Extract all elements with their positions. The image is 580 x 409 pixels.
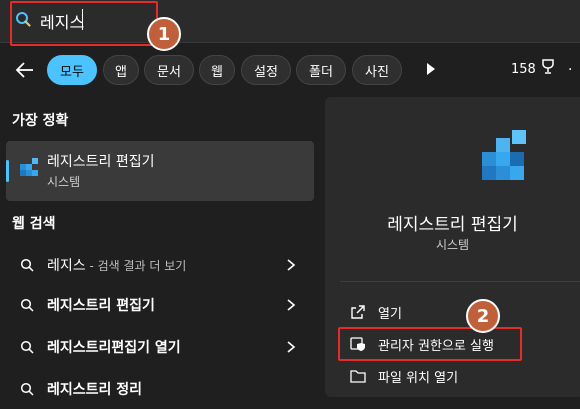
web-result-term: 레지스트리편집기 열기 bbox=[47, 340, 181, 356]
web-result-label: 레지스트리편집기 열기 bbox=[47, 337, 181, 357]
web-search-heading: 웹 검색 bbox=[12, 216, 56, 232]
open-external-icon bbox=[351, 305, 365, 319]
web-result-label: 레지스 - 검색 결과 더 보기 bbox=[47, 255, 186, 275]
more-icon[interactable]: · bbox=[568, 62, 572, 78]
selection-indicator bbox=[6, 160, 9, 182]
web-result-term: 레지스 bbox=[47, 258, 86, 274]
web-result-label: 레지스트리 정리 bbox=[47, 379, 142, 399]
web-result-term: 레지스트리 정리 bbox=[47, 382, 143, 398]
preview-app-name: 레지스트리 편집기 bbox=[387, 215, 518, 235]
magnifier-icon bbox=[20, 340, 34, 354]
annotation-highlight-search bbox=[10, 1, 158, 46]
tab-apps[interactable]: 앱 bbox=[103, 55, 139, 85]
best-match-item[interactable] bbox=[6, 141, 314, 201]
web-result-term: 레지스트리 편집기 bbox=[47, 298, 155, 314]
best-match-heading: 가장 정확 bbox=[12, 113, 69, 129]
magnifier-icon bbox=[20, 258, 34, 272]
action-open-file-location[interactable]: 파일 위치 열기 bbox=[340, 362, 580, 390]
action-open-label: 열기 bbox=[378, 307, 402, 322]
web-result-item[interactable]: 레지스트리편집기 열기 bbox=[0, 327, 316, 367]
annotation-badge-1: 1 bbox=[147, 17, 181, 51]
back-arrow-icon[interactable] bbox=[14, 59, 36, 81]
web-result-item[interactable]: 레지스트리 편집기 bbox=[0, 285, 316, 325]
tab-settings[interactable]: 설정 bbox=[241, 55, 291, 85]
annotation-badge-2: 2 bbox=[466, 299, 500, 333]
chevron-right-icon bbox=[287, 299, 296, 311]
tab-all[interactable]: 모두 bbox=[47, 55, 97, 85]
rewards-points: 158 bbox=[511, 62, 536, 77]
action-open-file-location-label: 파일 위치 열기 bbox=[378, 371, 459, 386]
tab-folders[interactable]: 폴더 bbox=[296, 55, 346, 85]
tab-photos[interactable]: 사진 bbox=[352, 55, 402, 85]
chevron-right-icon bbox=[287, 259, 296, 271]
registry-editor-icon bbox=[20, 158, 38, 176]
magnifier-icon bbox=[20, 382, 34, 396]
web-result-item[interactable]: 레지스 - 검색 결과 더 보기 bbox=[0, 245, 316, 285]
best-match-subtitle: 시스템 bbox=[47, 175, 81, 189]
tab-documents[interactable]: 문서 bbox=[144, 55, 194, 85]
action-open[interactable]: 열기 bbox=[340, 298, 580, 326]
best-match-name: 레지스트리 편집기 bbox=[47, 154, 155, 170]
divider bbox=[340, 281, 580, 282]
chevron-right-icon bbox=[287, 341, 296, 353]
play-icon[interactable] bbox=[427, 63, 435, 75]
trophy-icon[interactable] bbox=[540, 58, 556, 76]
preview-app-subtitle: 시스템 bbox=[435, 238, 470, 252]
folder-icon bbox=[350, 370, 366, 383]
web-result-label: 레지스트리 편집기 bbox=[47, 295, 155, 315]
registry-editor-large-icon bbox=[482, 130, 526, 180]
tab-web[interactable]: 웹 bbox=[199, 55, 235, 85]
web-result-item[interactable]: 레지스트리 정리 bbox=[0, 369, 316, 409]
annotation-highlight-admin bbox=[338, 327, 522, 361]
magnifier-icon bbox=[20, 298, 34, 312]
web-result-suffix: - 검색 결과 더 보기 bbox=[85, 259, 187, 273]
